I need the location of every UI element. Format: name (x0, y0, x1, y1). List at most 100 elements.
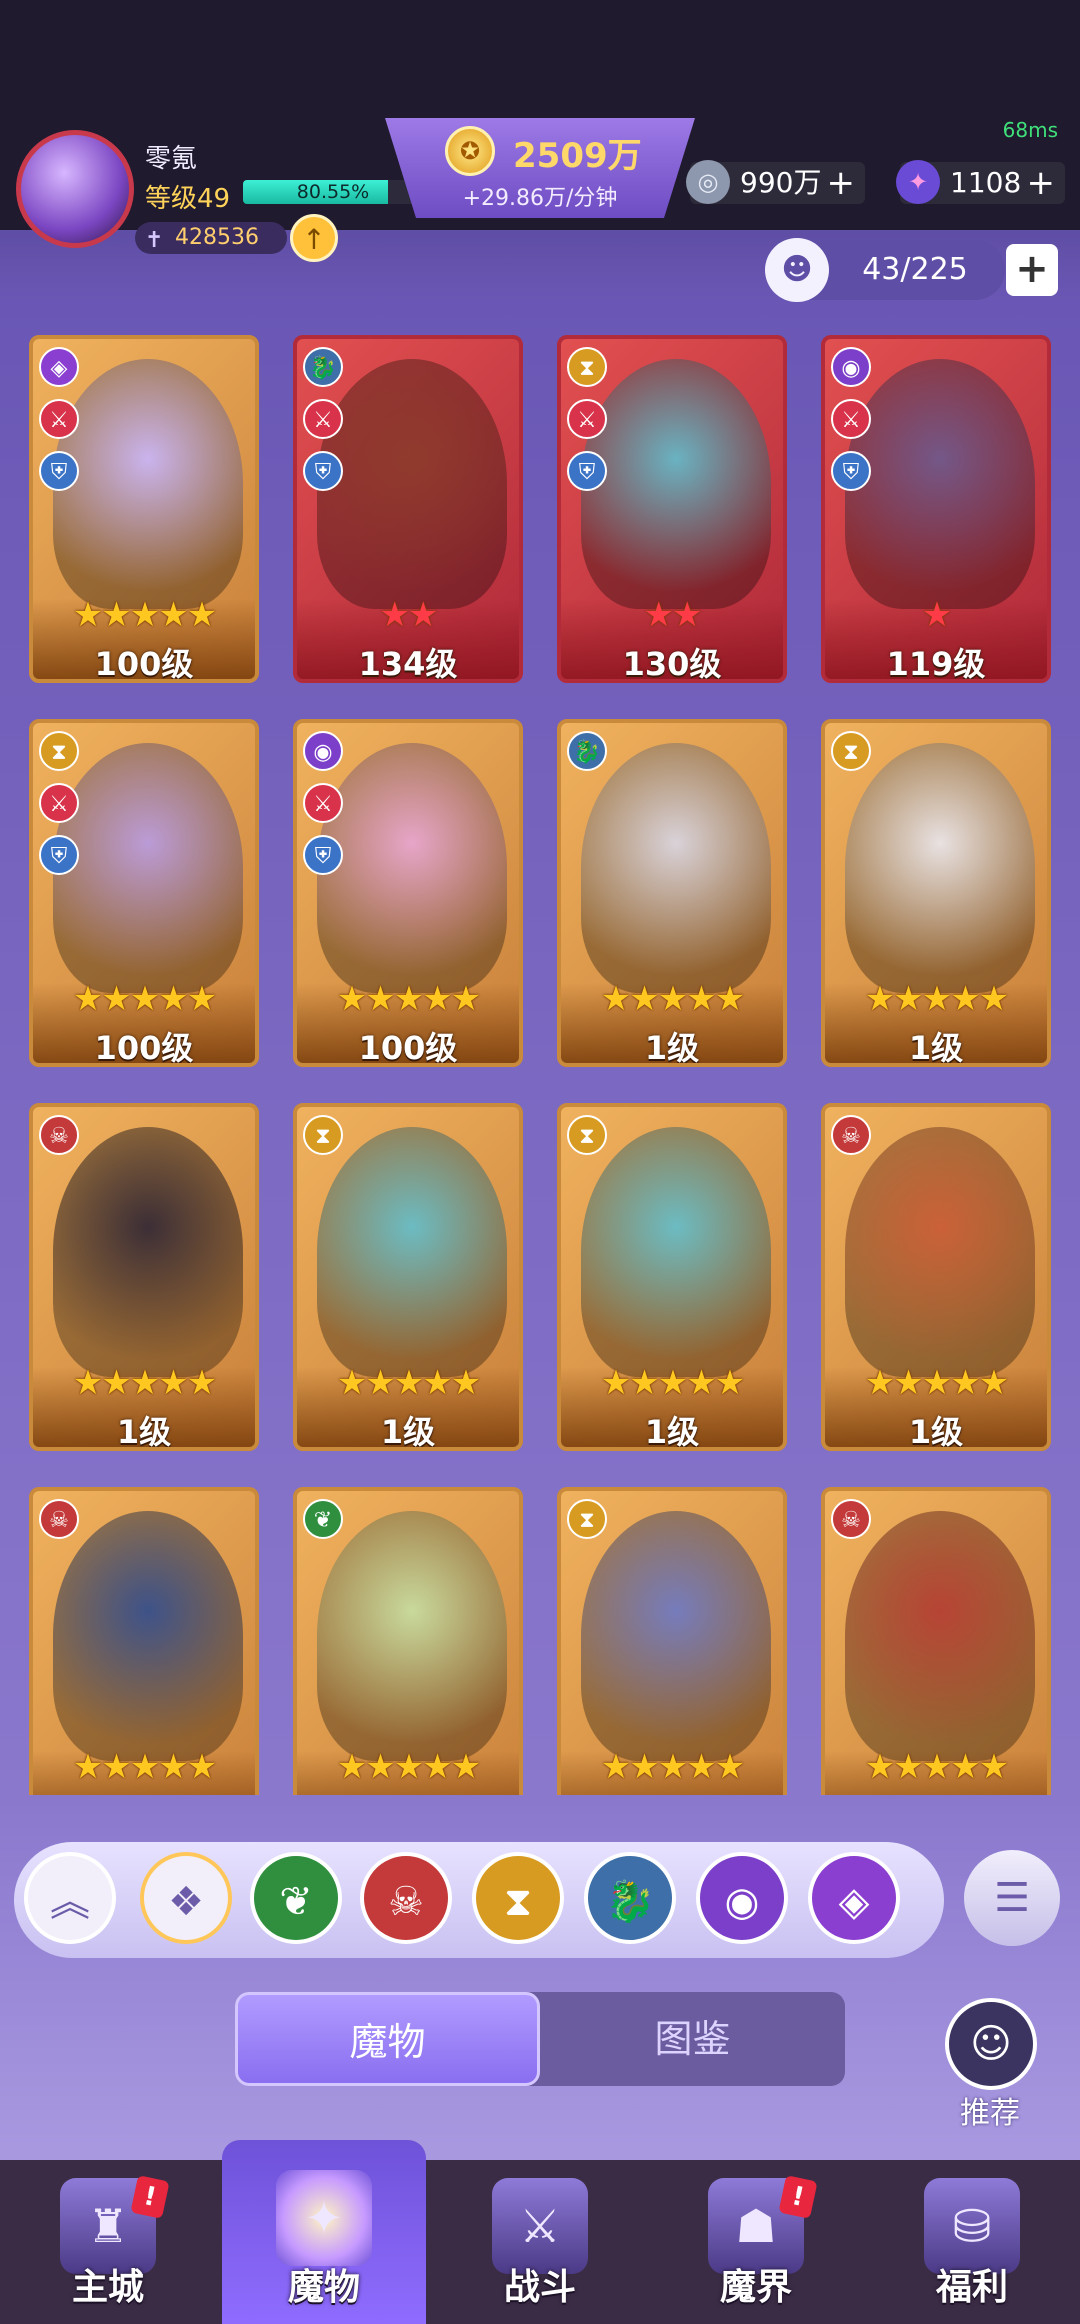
recommend-icon[interactable]: ☺ (945, 1998, 1037, 2090)
filter-storm-icon[interactable]: ◈ (808, 1852, 900, 1944)
monster-card[interactable]: ⧗ ★★★★★ (557, 1487, 787, 1795)
monster-card[interactable]: ◉ ⚔ ⛨ ★★★★★ 100级 (293, 719, 523, 1067)
nav-monster[interactable]: ✦ 魔物 (222, 2140, 426, 2324)
monster-portrait (581, 1511, 771, 1761)
demon-icon: ☠ (831, 1115, 871, 1155)
monster-portrait (53, 743, 243, 993)
monster-card[interactable]: ◉ ⚔ ⛨ ★ 119级 (821, 335, 1051, 683)
recommend-label[interactable]: 推荐 (930, 2088, 1050, 2132)
hourglass-icon: ⧗ (567, 347, 607, 387)
monster-card[interactable]: ⧗ ★★★★★ 1级 (293, 1103, 523, 1451)
nav-label: 主城 (71, 2267, 144, 2308)
monster-level: 119级 (886, 645, 986, 683)
nature-icon: ❦ (303, 1499, 343, 1539)
expand-capacity-button[interactable]: + (1006, 244, 1058, 296)
monster-level: 130级 (622, 645, 722, 683)
monster-card[interactable]: ◈ ⚔ ⛨ ★★★★★ 100级 (29, 335, 259, 683)
combat-power-value: 428536 (175, 225, 259, 250)
power-up-icon[interactable]: ↑ (290, 214, 338, 262)
star-rating: ★★★★★ (864, 1747, 1009, 1787)
filter-demon-icon[interactable]: ☠ (360, 1852, 452, 1944)
alert-badge: ! (778, 2175, 818, 2219)
monster-portrait (317, 743, 507, 993)
filter-all-icon[interactable]: ❖ (140, 1852, 232, 1944)
xp-bar: 80.55% (243, 180, 423, 204)
star-rating: ★★★★★ (600, 1363, 745, 1403)
monster-card[interactable]: ☠ ★★★★★ (29, 1487, 259, 1795)
monster-portrait (53, 359, 243, 609)
silver-add-icon[interactable]: + (827, 162, 856, 204)
monster-portrait (53, 1511, 243, 1761)
nav-label: 魔物 (287, 2267, 360, 2308)
monster-card[interactable]: ☠ ★★★★★ (821, 1487, 1051, 1795)
hourglass-icon: ⧗ (303, 1115, 343, 1155)
gold-rate: +29.86万/分钟 (462, 186, 618, 211)
star-rating: ★★ (643, 595, 703, 635)
monster-portrait (317, 359, 507, 609)
defense-icon: ⛨ (39, 835, 79, 875)
monster-card[interactable]: ⧗ ★★★★★ 1级 (821, 719, 1051, 1067)
monster-slot-icon: ☻ (765, 238, 829, 302)
nav-portal[interactable]: ☗ 魔界! (648, 2160, 864, 2324)
ping-indicator: 68ms (1002, 118, 1058, 142)
monster-icon: ✦ (276, 2170, 372, 2266)
xp-percent: 80.55% (296, 181, 370, 203)
monster-level: 1级 (908, 1413, 964, 1451)
power-icon: ✝ (145, 228, 164, 253)
monster-level: 1级 (116, 1413, 172, 1451)
filter-dragon-icon[interactable]: 🐉 (584, 1852, 676, 1944)
eye-icon: ◉ (303, 731, 343, 771)
monster-portrait (845, 743, 1035, 993)
gold-coin-icon: ✪ (445, 126, 495, 176)
nav-shield[interactable]: ⚔ 战斗 (432, 2160, 648, 2324)
monster-card[interactable]: ❦ ★★★★★ (293, 1487, 523, 1795)
gem-resource[interactable]: ✦ 1108 + (896, 160, 1065, 204)
monster-level: 1级 (380, 1413, 436, 1451)
star-rating: ★★ (379, 595, 439, 635)
star-rating: ★★★★★ (600, 979, 745, 1019)
gem-add-icon[interactable]: + (1027, 162, 1056, 204)
monster-card[interactable]: ☠ ★★★★★ 1级 (29, 1103, 259, 1451)
defense-icon: ⛨ (303, 835, 343, 875)
gold-panel[interactable]: ✪ 2509万 +29.86万/分钟 (385, 118, 695, 218)
monster-card[interactable]: ⧗ ★★★★★ 1级 (557, 1103, 787, 1451)
eye-icon: ◉ (831, 347, 871, 387)
filter-eye-icon[interactable]: ◉ (696, 1852, 788, 1944)
silver-amount: 990万 (740, 166, 822, 199)
attack-icon: ⚔ (39, 783, 79, 823)
demon-icon: ☠ (39, 1499, 79, 1539)
sort-button[interactable]: ☰ (964, 1850, 1060, 1946)
dragon-icon: 🐉 (303, 347, 343, 387)
monster-card[interactable]: 🐉 ⚔ ⛨ ★★ 134级 (293, 335, 523, 683)
monster-card[interactable]: ⧗ ⚔ ⛨ ★★★★★ 100级 (29, 719, 259, 1067)
monster-portrait (581, 743, 771, 993)
monster-card[interactable]: 🐉 ★★★★★ 1级 (557, 719, 787, 1067)
monster-card[interactable]: ⧗ ⚔ ⛨ ★★ 130级 (557, 335, 787, 683)
monster-capacity-count: 43/225 (862, 252, 968, 287)
monster-portrait (845, 1511, 1035, 1761)
star-rating: ★★★★★ (72, 979, 217, 1019)
defense-icon: ⛨ (39, 451, 79, 491)
player-avatar[interactable] (16, 130, 134, 248)
filter-collapse-icon[interactable]: ︽ (24, 1852, 116, 1944)
gem-amount: 1108 (950, 166, 1022, 199)
star-rating: ★★★★★ (72, 1747, 217, 1787)
filter-hourglass-icon[interactable]: ⧗ (472, 1852, 564, 1944)
tab-codex[interactable]: 图鉴 (540, 1992, 845, 2086)
dragon-icon: 🐉 (567, 731, 607, 771)
nav-chest[interactable]: ⛁ 福利 (864, 2160, 1080, 2324)
filter-nature-icon[interactable]: ❦ (250, 1852, 342, 1944)
monster-portrait (317, 1127, 507, 1377)
monster-card[interactable]: ☠ ★★★★★ 1级 (821, 1103, 1051, 1451)
attack-icon: ⚔ (303, 399, 343, 439)
storm-icon: ◈ (39, 347, 79, 387)
star-rating: ★★★★★ (72, 1363, 217, 1403)
silver-resource[interactable]: ◎ 990万 + (686, 160, 865, 204)
nav-castle[interactable]: ♜ 主城! (0, 2160, 216, 2324)
hourglass-icon: ⧗ (831, 731, 871, 771)
tab-monsters[interactable]: 魔物 (235, 1992, 540, 2086)
defense-icon: ⛨ (567, 451, 607, 491)
attack-icon: ⚔ (303, 783, 343, 823)
hourglass-icon: ⧗ (567, 1499, 607, 1539)
monster-level: 1级 (644, 1413, 700, 1451)
